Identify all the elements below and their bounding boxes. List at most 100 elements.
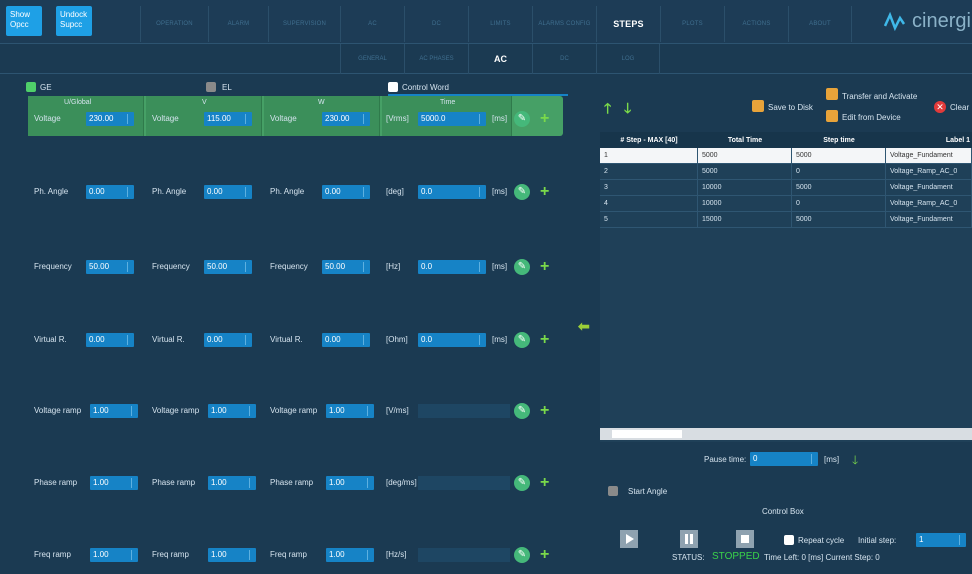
add-step-icon[interactable]: + bbox=[540, 259, 549, 275]
table-row[interactable]: 2 5000 0 Voltage_Ramp_AC_0 bbox=[600, 164, 972, 180]
add-step-icon[interactable]: + bbox=[540, 403, 549, 419]
tab-steps[interactable]: STEPS bbox=[596, 6, 660, 42]
control-word-checkbox[interactable] bbox=[388, 82, 398, 92]
time-value: 5000.0 bbox=[421, 114, 446, 123]
param-input[interactable]: 1.00 bbox=[90, 404, 138, 418]
table-row[interactable]: 4 10000 0 Voltage_Ramp_AC_0 bbox=[600, 196, 972, 212]
edit-pencil-icon[interactable]: ✎ bbox=[514, 403, 530, 419]
ge-checkbox[interactable] bbox=[26, 82, 36, 92]
subtab-general[interactable]: GENERAL bbox=[340, 44, 404, 74]
edit-pencil-icon[interactable]: ✎ bbox=[514, 259, 530, 275]
subtab-log[interactable]: LOG bbox=[596, 44, 660, 74]
col-step-time[interactable]: Step time bbox=[792, 132, 886, 148]
repeat-cycle-checkbox[interactable] bbox=[784, 535, 794, 545]
param-input[interactable]: 0.00 bbox=[204, 185, 252, 199]
param-input[interactable]: 50.00 bbox=[86, 260, 134, 274]
table-cell: 5000 bbox=[792, 180, 886, 196]
col-label[interactable]: Label 1 bbox=[886, 132, 972, 148]
param-label: Voltage bbox=[34, 114, 61, 123]
col-step[interactable]: # Step - MAX [40] bbox=[600, 132, 698, 148]
stop-button[interactable] bbox=[736, 530, 754, 548]
subtab-ac[interactable]: AC bbox=[468, 44, 532, 74]
param-input[interactable]: 0.00 bbox=[322, 333, 370, 347]
edit-from-device-label[interactable]: Edit from Device bbox=[842, 113, 901, 122]
table-row[interactable]: 1 5000 5000 Voltage_Fundament bbox=[600, 148, 972, 164]
time-input[interactable]: 0.0 bbox=[418, 333, 486, 347]
param-input[interactable]: 1.00 bbox=[326, 476, 374, 490]
tab-operation[interactable]: OPERATION bbox=[140, 6, 208, 42]
edit-pencil-icon[interactable]: ✎ bbox=[514, 111, 530, 127]
time-input[interactable]: 5000.0 bbox=[418, 112, 486, 126]
move-down-arrow-icon[interactable]: 🡓 bbox=[624, 98, 631, 122]
param-label: Voltage bbox=[152, 114, 179, 123]
start-angle-checkbox[interactable] bbox=[608, 486, 618, 496]
top-bar: Show Opcc Undock Supcc OPERATION ALARM S… bbox=[0, 0, 972, 44]
tab-ac[interactable]: AC bbox=[340, 6, 404, 42]
transfer-activate-label[interactable]: Transfer and Activate bbox=[842, 92, 917, 101]
undock-button[interactable]: Undock Supcc bbox=[56, 6, 92, 36]
param-input[interactable]: 0.00 bbox=[204, 333, 252, 347]
show-opc-button[interactable]: Show Opcc bbox=[6, 6, 42, 36]
table-row[interactable]: 3 10000 5000 Voltage_Fundament bbox=[600, 180, 972, 196]
add-step-icon[interactable]: + bbox=[540, 332, 549, 348]
tab-alarms-config[interactable]: ALARMS CONFIG bbox=[532, 6, 596, 42]
start-angle-label: Start Angle bbox=[628, 487, 668, 496]
el-checkbox[interactable] bbox=[206, 82, 216, 92]
param-input[interactable]: 0.00 bbox=[322, 185, 370, 199]
clear-icon[interactable]: ✕ bbox=[934, 101, 946, 113]
save-disk-icon[interactable] bbox=[752, 100, 764, 112]
param-input[interactable]: 0.00 bbox=[86, 333, 134, 347]
initial-step-input[interactable]: 1 bbox=[916, 533, 966, 547]
tab-plots[interactable]: PLOTS bbox=[660, 6, 724, 42]
copy-left-arrow-icon[interactable]: ⬅ bbox=[578, 318, 590, 335]
edit-device-icon[interactable] bbox=[826, 110, 838, 122]
subtab-ac-phases[interactable]: AC PHASES bbox=[404, 44, 468, 74]
param-input[interactable]: 115.00 bbox=[204, 112, 252, 126]
pause-time-label: Pause time: bbox=[704, 455, 747, 464]
edit-pencil-icon[interactable]: ✎ bbox=[514, 475, 530, 491]
param-input[interactable]: 1.00 bbox=[90, 476, 138, 490]
tab-limits[interactable]: LIMITS bbox=[468, 6, 532, 42]
add-step-icon[interactable]: + bbox=[540, 547, 549, 563]
add-step-icon[interactable]: + bbox=[540, 475, 549, 491]
save-to-disk-label[interactable]: Save to Disk bbox=[768, 103, 813, 112]
param-input[interactable]: 1.00 bbox=[90, 548, 138, 562]
tab-actions[interactable]: ACTIONS bbox=[724, 6, 788, 42]
tab-dc[interactable]: DC bbox=[404, 6, 468, 42]
col-total-time[interactable]: Total Time bbox=[698, 132, 792, 148]
table-row[interactable]: 5 15000 5000 Voltage_Fundament bbox=[600, 212, 972, 228]
param-input[interactable]: 1.00 bbox=[208, 476, 256, 490]
horizontal-scrollbar[interactable] bbox=[600, 428, 972, 440]
param-input[interactable]: 1.00 bbox=[326, 548, 374, 562]
table-cell: 15000 bbox=[698, 212, 792, 228]
add-step-icon[interactable]: + bbox=[540, 184, 549, 200]
subtab-dc[interactable]: DC bbox=[532, 44, 596, 74]
move-up-arrow-icon[interactable]: 🡑 bbox=[604, 98, 611, 122]
tab-alarm[interactable]: ALARM bbox=[208, 6, 268, 42]
param-input[interactable]: 1.00 bbox=[208, 404, 256, 418]
param-input[interactable]: 50.00 bbox=[204, 260, 252, 274]
tab-supervision[interactable]: SUPERVISION bbox=[268, 6, 340, 42]
time-input[interactable]: 0.0 bbox=[418, 185, 486, 199]
table-cell: 5000 bbox=[698, 148, 792, 164]
scrollbar-thumb[interactable] bbox=[612, 430, 682, 438]
param-input[interactable]: 0.00 bbox=[86, 185, 134, 199]
pause-time-input[interactable]: 0 bbox=[750, 452, 818, 466]
edit-pencil-icon[interactable]: ✎ bbox=[514, 547, 530, 563]
tab-about[interactable]: ABOUT bbox=[788, 6, 852, 42]
param-input[interactable]: 50.00 bbox=[322, 260, 370, 274]
param-input[interactable]: 230.00 bbox=[322, 112, 370, 126]
param-input[interactable]: 230.00 bbox=[86, 112, 134, 126]
play-button[interactable] bbox=[620, 530, 638, 548]
param-input[interactable]: 1.00 bbox=[326, 404, 374, 418]
pause-add-icon[interactable]: 🡓 bbox=[852, 451, 858, 472]
time-input[interactable]: 0.0 bbox=[418, 260, 486, 274]
add-step-icon[interactable]: + bbox=[540, 111, 549, 127]
pause-button[interactable] bbox=[680, 530, 698, 548]
transfer-icon[interactable] bbox=[826, 88, 838, 100]
param-input[interactable]: 1.00 bbox=[208, 548, 256, 562]
edit-pencil-icon[interactable]: ✎ bbox=[514, 184, 530, 200]
unit-label: [Vrms] bbox=[386, 114, 409, 123]
edit-pencil-icon[interactable]: ✎ bbox=[514, 332, 530, 348]
clear-label[interactable]: Clear bbox=[950, 103, 969, 112]
